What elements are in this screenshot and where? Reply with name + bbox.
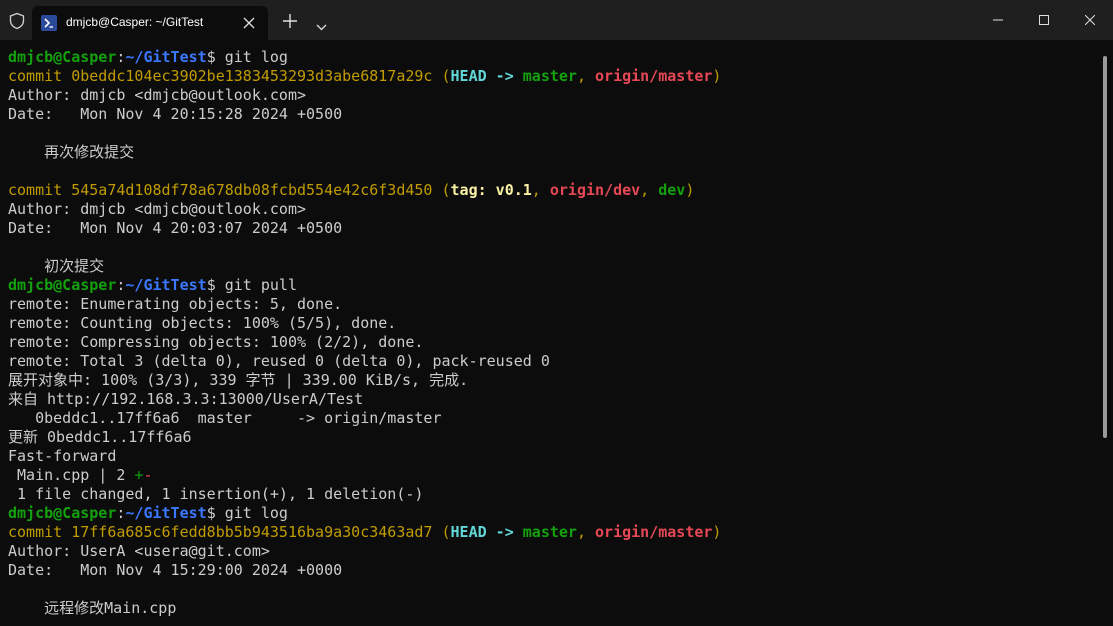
- close-icon: [1085, 15, 1095, 25]
- prompt-line: dmjcb@Casper:~/GitTest$ git log: [8, 48, 288, 67]
- terminal-window: dmjcb@Casper: ~/GitTest dmjcb@Casper:~/G…: [0, 0, 1113, 626]
- output-line: Fast-forward: [8, 447, 117, 465]
- prompt-dollar: $: [206, 276, 225, 294]
- tab-title: dmjcb@Casper: ~/GitTest: [66, 15, 204, 29]
- date-line: Date: Mon Nov 4 20:15:28 2024 +0500: [8, 105, 343, 123]
- prompt-dollar: $: [206, 48, 225, 66]
- title-bar: dmjcb@Casper: ~/GitTest: [0, 0, 1113, 40]
- commit-message: 再次修改提交: [8, 143, 135, 161]
- commit-hash: 0beddc104ec3902be1383453293d3abe6817a29c: [71, 67, 433, 85]
- output-line: 来自 http://192.168.3.3:13000/UserA/Test: [8, 390, 364, 408]
- command-text: git log: [224, 504, 288, 522]
- ref-separator: ,: [576, 523, 596, 541]
- shield-icon[interactable]: [8, 12, 26, 30]
- output-line: 展开对象中: 100% (3/3), 339 字节 | 339.00 KiB/s…: [8, 371, 469, 389]
- tag-ref: tag: v0.1: [450, 181, 532, 199]
- paren-open: (: [432, 523, 451, 541]
- paren-close: ): [712, 67, 722, 85]
- terminal-output[interactable]: dmjcb@Casper:~/GitTest$ git log commit 0…: [0, 48, 1100, 626]
- maximize-button[interactable]: [1021, 0, 1067, 40]
- command-text: git log: [224, 48, 288, 66]
- ref-separator: ,: [576, 67, 596, 85]
- command-text: git pull: [224, 276, 297, 294]
- branch-master: master: [522, 523, 577, 541]
- close-button[interactable]: [1067, 0, 1113, 40]
- diffstat-line: Main.cpp | 2 +-: [8, 466, 153, 485]
- powershell-icon: [41, 15, 57, 31]
- prompt-line: dmjcb@Casper:~/GitTest$ git log: [8, 504, 288, 523]
- branch-origin-dev: origin/dev: [549, 181, 641, 199]
- minimize-button[interactable]: [975, 0, 1021, 40]
- branch-origin-master: origin/master: [595, 67, 713, 85]
- output-line: remote: Counting objects: 100% (5/5), do…: [8, 314, 397, 332]
- commit-line: commit 545a74d108df78a678db08fcbd554e42c…: [8, 181, 694, 200]
- head-ref: HEAD ->: [450, 523, 523, 541]
- branch-dev: dev: [658, 181, 686, 199]
- chevron-down-icon[interactable]: [316, 18, 327, 31]
- diffstat-minus: -: [143, 466, 153, 484]
- tab-terminal[interactable]: dmjcb@Casper: ~/GitTest: [32, 6, 268, 40]
- commit-line: commit 0beddc104ec3902be1383453293d3abe6…: [8, 67, 721, 86]
- prompt-dollar: $: [206, 504, 225, 522]
- output-line: remote: Enumerating objects: 5, done.: [8, 295, 343, 313]
- summary-line: 1 file changed, 1 insertion(+), 1 deleti…: [8, 485, 424, 503]
- minimize-icon: [993, 19, 1003, 21]
- paren-close: ): [712, 523, 722, 541]
- commit-hash: 545a74d108df78a678db08fcbd554e42c6f3d450: [71, 181, 433, 199]
- date-line: Date: Mon Nov 4 15:29:00 2024 +0000: [8, 561, 343, 579]
- output-line: remote: Total 3 (delta 0), reused 0 (del…: [8, 352, 550, 370]
- date-line: Date: Mon Nov 4 20:03:07 2024 +0500: [8, 219, 343, 237]
- commit-line: commit 17ff6a685c6fedd8bb5b943516ba9a30c…: [8, 523, 721, 542]
- diffstat-file: Main.cpp | 2: [8, 466, 135, 484]
- commit-message: 远程修改Main.cpp: [8, 599, 177, 617]
- paren-open: (: [432, 67, 451, 85]
- scrollbar-thumb[interactable]: [1103, 56, 1107, 438]
- output-line: 更新 0beddc1..17ff6a6: [8, 428, 192, 446]
- commit-label: commit: [8, 181, 72, 199]
- branch-origin-master: origin/master: [595, 523, 713, 541]
- paren-open: (: [432, 181, 451, 199]
- commit-label: commit: [8, 67, 72, 85]
- output-line: 0beddc1..17ff6a6 master -> origin/master: [8, 409, 442, 427]
- prompt-path: ~/GitTest: [125, 276, 207, 294]
- ref-separator: ,: [531, 181, 550, 199]
- prompt-user-host: dmjcb@Casper: [8, 504, 117, 522]
- commit-hash: 17ff6a685c6fedd8bb5b943516ba9a30c3463ad7: [71, 523, 433, 541]
- maximize-icon: [1039, 15, 1049, 25]
- prompt-path: ~/GitTest: [125, 504, 207, 522]
- commit-label: commit: [8, 523, 72, 541]
- close-tab-icon[interactable]: [242, 16, 256, 30]
- branch-master: master: [522, 67, 577, 85]
- author-line: Author: UserA <usera@git.com>: [8, 542, 270, 560]
- head-ref: HEAD ->: [450, 67, 523, 85]
- prompt-user-host: dmjcb@Casper: [8, 276, 117, 294]
- commit-message: 初次提交: [8, 257, 105, 275]
- prompt-path: ~/GitTest: [125, 48, 207, 66]
- output-line: remote: Compressing objects: 100% (2/2),…: [8, 333, 424, 351]
- prompt-line: dmjcb@Casper:~/GitTest$ git pull: [8, 276, 297, 295]
- ref-separator: ,: [640, 181, 659, 199]
- plus-icon[interactable]: [283, 14, 297, 28]
- prompt-user-host: dmjcb@Casper: [8, 48, 117, 66]
- paren-close: ): [685, 181, 695, 199]
- author-line: Author: dmjcb <dmjcb@outlook.com>: [8, 200, 307, 218]
- author-line: Author: dmjcb <dmjcb@outlook.com>: [8, 86, 307, 104]
